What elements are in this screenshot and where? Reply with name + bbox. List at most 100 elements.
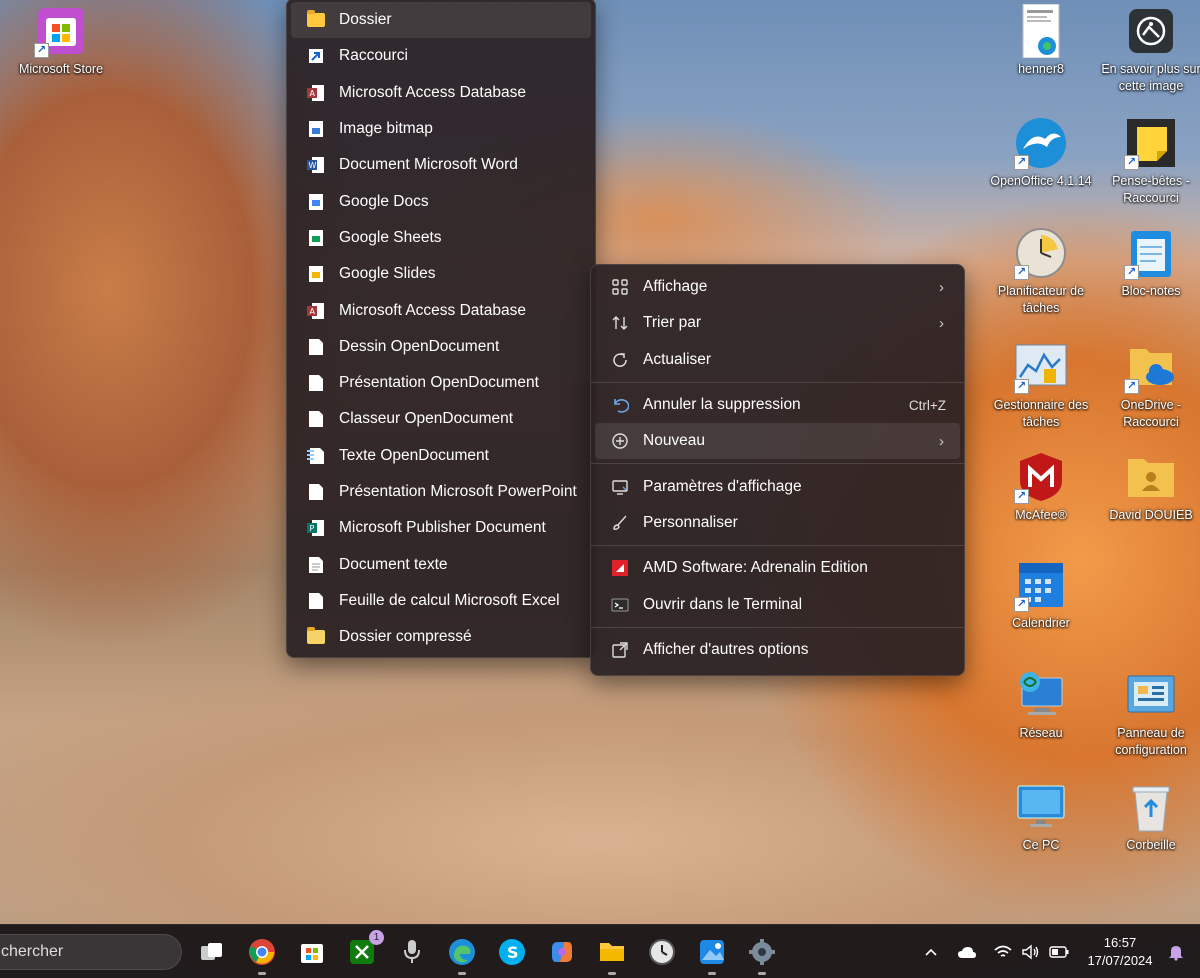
desktop-icon-label: En savoir plus sur cette image xyxy=(1101,62,1200,93)
submenu-item-shortcut[interactable]: Raccourci xyxy=(291,38,591,74)
desktop-icon-openoffice[interactable]: ↗ OpenOffice 4.1.14 xyxy=(986,116,1096,190)
running-indicator xyxy=(708,972,716,975)
publisher-icon: P xyxy=(305,517,327,539)
desktop-icon-label: Gestionnaire des tâches xyxy=(993,398,1089,429)
task-view-button[interactable] xyxy=(196,936,228,968)
recycle-bin-icon xyxy=(1124,780,1178,834)
desktop-icon-label: Microsoft Store xyxy=(18,62,104,76)
desktop-icon-henner8[interactable]: henner8 xyxy=(986,4,1096,78)
submenu-item-folder[interactable]: Dossier xyxy=(291,2,591,39)
copilot-icon[interactable] xyxy=(546,936,578,968)
cloud-icon[interactable] xyxy=(956,941,978,963)
menu-item-terminal[interactable]: Ouvrir dans le Terminal xyxy=(595,586,960,622)
notification-bell-icon[interactable] xyxy=(1165,941,1187,963)
submenu-item-odt[interactable]: Texte OpenDocument xyxy=(291,438,591,474)
desktop-icon-task-scheduler[interactable]: ↗ Planificateur de tâches xyxy=(986,226,1096,317)
menu-item-sort[interactable]: Trier par › xyxy=(595,305,960,341)
menu-item-display-settings[interactable]: Paramètres d'affichage xyxy=(595,468,960,504)
desktop-icon-network[interactable]: Réseau xyxy=(986,668,1096,742)
chrome-icon[interactable] xyxy=(246,936,278,975)
speaker-icon[interactable] xyxy=(1020,941,1042,963)
desktop-icon-user-folder[interactable]: David DOUIEB xyxy=(1096,450,1200,524)
submenu-item-ods[interactable]: Classeur OpenDocument xyxy=(291,401,591,437)
photos-icon[interactable] xyxy=(696,936,728,975)
running-indicator xyxy=(608,972,616,975)
submenu-item-pptx[interactable]: Présentation Microsoft PowerPoint xyxy=(291,474,591,510)
grid-icon xyxy=(609,276,631,298)
submenu-item-word[interactable]: W Document Microsoft Word xyxy=(291,147,591,183)
submenu-item-odp[interactable]: Présentation OpenDocument xyxy=(291,365,591,401)
task-manager-icon: ↗ xyxy=(1014,340,1068,394)
desktop-context-menu: Affichage › Trier par › Actualiser Annul… xyxy=(590,264,965,676)
desktop-icon-learn-more[interactable]: En savoir plus sur cette image xyxy=(1096,4,1200,95)
menu-item-amd[interactable]: AMD Software: Adrenalin Edition xyxy=(595,550,960,586)
document-icon xyxy=(305,481,327,503)
skype-icon[interactable]: S xyxy=(496,936,528,968)
menu-item-new[interactable]: Nouveau › xyxy=(595,423,960,460)
desktop-icon-label: OpenOffice 4.1.14 xyxy=(990,174,1092,188)
microsoft-store-icon[interactable] xyxy=(296,936,328,968)
new-submenu: Dossier Raccourci A Microsoft Access Dat… xyxy=(286,0,596,658)
xbox-icon[interactable]: 1 xyxy=(346,930,384,968)
submenu-item-bitmap[interactable]: Image bitmap xyxy=(291,111,591,147)
desktop-icon-recycle-bin[interactable]: Corbeille xyxy=(1096,780,1200,854)
desktop-icon-task-manager[interactable]: ↗ Gestionnaire des tâches xyxy=(986,340,1096,431)
xbox-badge: 1 xyxy=(369,930,384,945)
clock-app-icon[interactable] xyxy=(646,936,678,968)
undo-icon xyxy=(609,394,631,416)
menu-item-undo[interactable]: Annuler la suppression Ctrl+Z xyxy=(595,387,960,423)
submenu-item-google-sheets[interactable]: Google Sheets xyxy=(291,220,591,256)
battery-icon[interactable] xyxy=(1048,941,1070,963)
svg-text:A: A xyxy=(310,89,316,98)
menu-separator xyxy=(591,626,964,628)
submenu-item-access[interactable]: A Microsoft Access Database xyxy=(291,75,591,111)
shortcut-arrow-icon: ↗ xyxy=(1124,379,1139,394)
menu-item-more-options[interactable]: Afficher d'autres options xyxy=(595,632,960,668)
desktop-icon-mcafee[interactable]: ↗ McAfee® xyxy=(986,450,1096,524)
shortcut-arrow-icon: ↗ xyxy=(1014,597,1029,612)
display-icon xyxy=(609,476,631,498)
chevron-up-icon[interactable] xyxy=(920,941,942,963)
file-explorer-icon[interactable] xyxy=(596,936,628,975)
wifi-icon[interactable] xyxy=(992,941,1014,963)
clock-date: 17/07/2024 xyxy=(1087,953,1153,968)
desktop-icon-notepad[interactable]: ↗ Bloc-notes xyxy=(1096,226,1200,300)
running-indicator xyxy=(258,972,266,975)
menu-separator xyxy=(591,545,964,547)
desktop-icon-control-panel[interactable]: Panneau de configuration xyxy=(1096,668,1200,759)
edge-icon[interactable] xyxy=(446,936,478,975)
submenu-item-excel[interactable]: Feuille de calcul Microsoft Excel xyxy=(291,583,591,619)
desktop-icon-calendar[interactable]: ↗ Calendrier xyxy=(986,558,1096,632)
shortcut-arrow-icon: ↗ xyxy=(1124,265,1139,280)
desktop-icon-label: Pense-bêtes - Raccourci xyxy=(1112,174,1190,205)
system-clock[interactable]: 16:57 17/07/2024 xyxy=(1080,934,1160,970)
desktop-icon-this-pc[interactable]: Ce PC xyxy=(986,780,1096,854)
menu-item-personalize[interactable]: Personnaliser xyxy=(595,505,960,541)
submenu-item-access-2[interactable]: A Microsoft Access Database xyxy=(291,292,591,328)
submenu-item-text[interactable]: Document texte xyxy=(291,546,591,582)
settings-icon[interactable] xyxy=(746,936,778,975)
submenu-item-google-slides[interactable]: Google Slides xyxy=(291,256,591,292)
submenu-item-zip[interactable]: Dossier compressé xyxy=(291,619,591,655)
microphone-icon[interactable] xyxy=(396,936,428,968)
desktop-icon-onedrive[interactable]: ↗ OneDrive - Raccourci xyxy=(1096,340,1200,431)
submenu-item-google-docs[interactable]: Google Docs xyxy=(291,183,591,219)
notepad-icon: ↗ xyxy=(1124,226,1178,280)
user-folder-icon xyxy=(1124,450,1178,504)
submenu-item-odg[interactable]: Dessin OpenDocument xyxy=(291,329,591,365)
chevron-right-icon: › xyxy=(939,314,944,332)
shortcut-arrow-icon: ↗ xyxy=(1124,155,1139,170)
menu-item-refresh[interactable]: Actualiser xyxy=(595,342,960,378)
desktop-icon-sticky-notes[interactable]: ↗ Pense-bêtes - Raccourci xyxy=(1096,116,1200,207)
desktop-icon-label: Panneau de configuration xyxy=(1115,726,1187,757)
chevron-right-icon: › xyxy=(939,278,944,296)
document-icon xyxy=(305,372,327,394)
desktop-icon-label: David DOUIEB xyxy=(1109,508,1193,522)
svg-text:A: A xyxy=(310,307,316,316)
desktop-icon-microsoft-store[interactable]: ↗ Microsoft Store xyxy=(6,4,116,78)
undo-shortcut: Ctrl+Z xyxy=(908,397,946,413)
submenu-item-publisher[interactable]: P Microsoft Publisher Document xyxy=(291,510,591,546)
open-external-icon xyxy=(609,639,631,661)
taskbar-search[interactable]: chercher xyxy=(0,934,182,970)
menu-item-view[interactable]: Affichage › xyxy=(595,269,960,305)
